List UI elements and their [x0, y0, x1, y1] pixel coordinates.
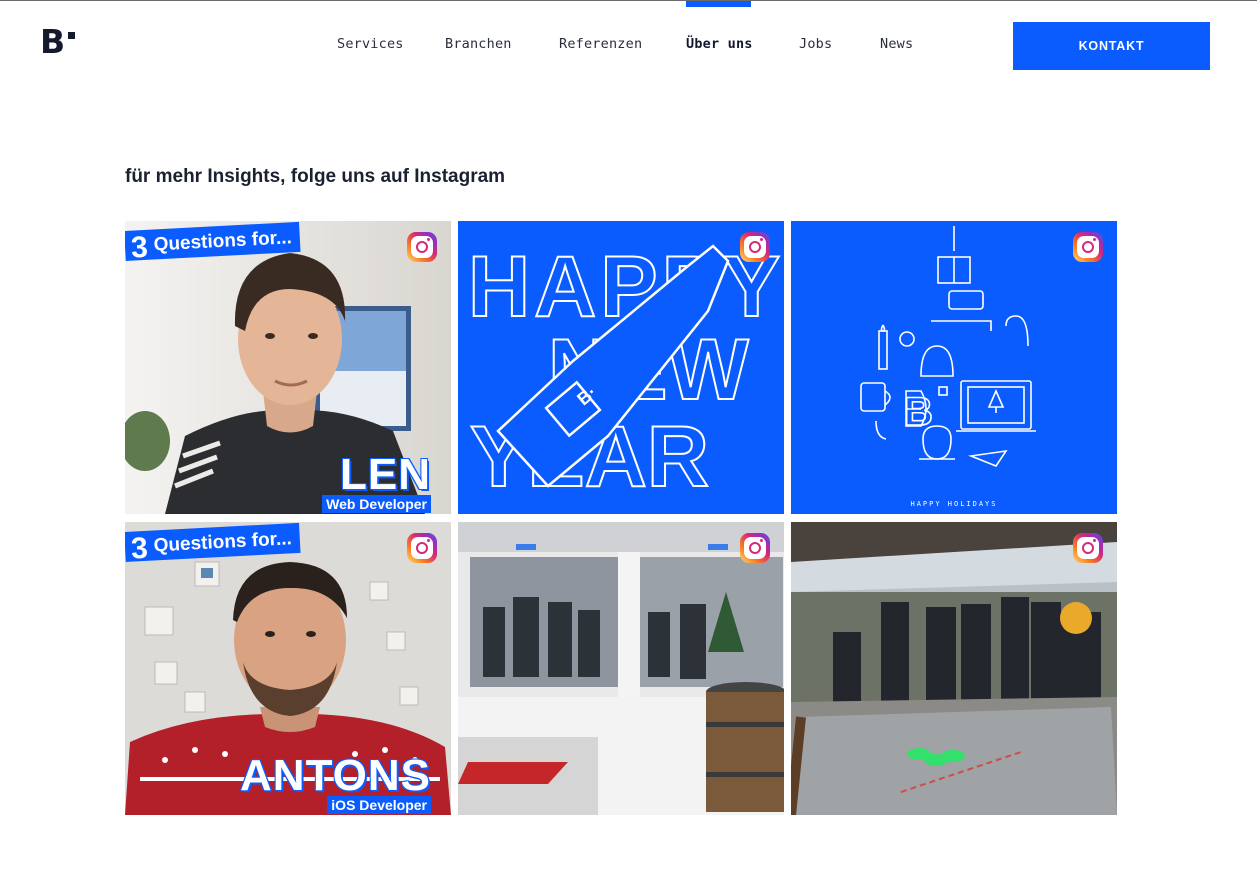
instagram-post-happy-holidays[interactable]: B HAPPY HOLIDAYS — [791, 221, 1117, 514]
active-nav-indicator — [686, 1, 751, 7]
instagram-post-team-game[interactable] — [791, 522, 1117, 815]
nav-item-referenzen[interactable]: Referenzen — [559, 37, 642, 52]
instagram-post-antons[interactable]: 3 Questions for... ANTONS iOS Developer — [125, 522, 451, 815]
event-interior-photo — [458, 522, 784, 815]
instagram-icon — [740, 232, 770, 262]
kontakt-button[interactable]: KONTAKT — [1013, 22, 1210, 70]
happy-holidays-graphic: B — [791, 221, 1117, 514]
nav-item-branchen[interactable]: Branchen — [445, 37, 512, 52]
employee-role: Web Developer — [322, 495, 431, 513]
instagram-icon — [407, 232, 437, 262]
section-title: für mehr Insights, folge uns auf Instagr… — [125, 166, 506, 187]
employee-name: ANTONS — [240, 751, 431, 800]
team-game-photo — [791, 522, 1117, 815]
instagram-post-event-interior[interactable] — [458, 522, 784, 815]
employee-role: iOS Developer — [327, 796, 431, 814]
employee-name: LEN — [340, 450, 431, 499]
svg-text:B: B — [904, 390, 933, 434]
nav-item-jobs[interactable]: Jobs — [799, 37, 832, 52]
instagram-icon — [740, 533, 770, 563]
holiday-caption: HAPPY HOLIDAYS — [910, 500, 998, 508]
instagram-icon — [1073, 533, 1103, 563]
instagram-post-new-year[interactable]: HAPPY NEW YEAR NEW YEAR B· — [458, 221, 784, 514]
instagram-post-len[interactable]: 3 Questions for... LEN Web Developer — [125, 221, 451, 514]
nav-item-news[interactable]: News — [880, 37, 913, 52]
nav-item-ueber-uns[interactable]: Über uns — [686, 37, 753, 52]
instagram-icon — [1073, 232, 1103, 262]
nav-item-services[interactable]: Services — [337, 37, 404, 52]
instagram-icon — [407, 533, 437, 563]
happy-new-year-graphic: HAPPY NEW YEAR NEW YEAR B· — [458, 221, 784, 514]
site-header: B Services Branchen Referenzen Über uns … — [0, 0, 1257, 92]
